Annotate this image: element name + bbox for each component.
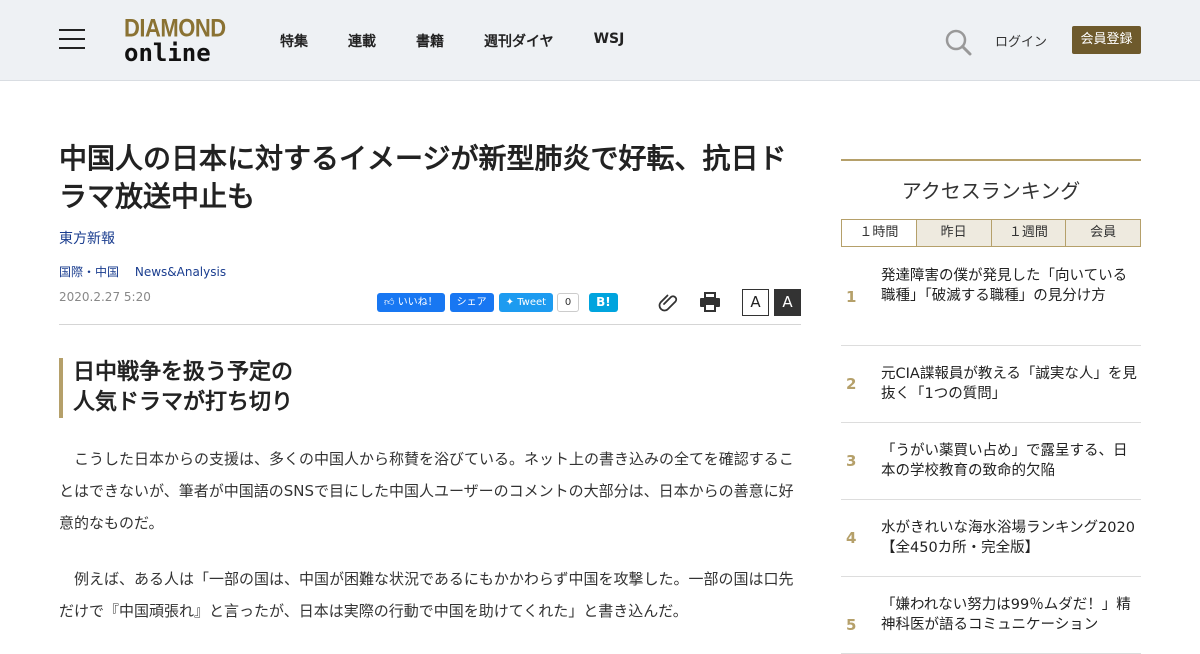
category-link[interactable]: News&Analysis	[135, 265, 226, 279]
hatena-bookmark-button[interactable]: B!	[589, 293, 618, 312]
access-ranking: アクセスランキング １時間 昨日 １週間 会員 1 発達障害の僕が発見した「向い…	[841, 159, 1141, 654]
ranking-text: 元CIA諜報員が教える「誠実な人」を見抜く「1つの質問」	[881, 366, 1137, 402]
tab-yesterday[interactable]: 昨日	[915, 220, 991, 246]
ranking-item[interactable]: 1 発達障害の僕が発見した「向いている職種」「破滅する職種」の見分け方	[841, 247, 1141, 346]
article-date: 2020.2.27 5:20	[59, 290, 151, 304]
font-size-large-button[interactable]: A	[774, 289, 801, 316]
social-buttons: 👍︎ いいね！ シェア ✦ Tweet 0 B!	[377, 293, 618, 312]
facebook-share-button[interactable]: シェア	[449, 293, 494, 312]
nav-item-books[interactable]: 書籍	[416, 31, 444, 51]
register-button[interactable]: 会員登録	[1072, 26, 1141, 54]
menu-icon[interactable]	[59, 29, 85, 51]
print-icon[interactable]	[699, 291, 721, 313]
search-icon[interactable]	[944, 28, 972, 56]
nav-item-wsj[interactable]: WSJ	[594, 31, 625, 51]
tweet-count: 0	[557, 293, 580, 312]
ranking-title: アクセスランキング	[901, 179, 1081, 203]
logo-line1: DIAMOND	[124, 13, 226, 43]
site-logo[interactable]: DIAMOND online	[124, 13, 228, 67]
clip-icon[interactable]	[658, 291, 680, 313]
article-subheading: 日中戦争を扱う予定の 人気ドラマが打ち切り	[59, 358, 459, 418]
nav-item-weekly-diamond[interactable]: 週刊ダイヤ	[484, 31, 554, 51]
nav-item-series[interactable]: 連載	[348, 31, 376, 51]
article-paragraph: こうした日本からの支援は、多くの中国人から称賛を浴びている。ネット上の書き込みの…	[59, 450, 794, 532]
article-title: 中国人の日本に対するイメージが新型肺炎で好転、抗日ドラマ放送中止も	[59, 142, 787, 213]
ranking-number: 2	[846, 375, 857, 393]
ranking-text: 発達障害の僕が発見した「向いている職種」「破滅する職種」の見分け方	[881, 268, 1128, 304]
font-size-small-button[interactable]: A	[742, 289, 769, 316]
ranking-number: 3	[846, 452, 857, 470]
tweet-button[interactable]: ✦ Tweet	[498, 293, 554, 312]
article-divider	[59, 324, 801, 325]
ranking-number: 1	[846, 288, 857, 306]
subheading-line: 人気ドラマが打ち切り	[73, 390, 294, 415]
facebook-like-button[interactable]: 👍︎ いいね！	[377, 293, 445, 312]
tweet-label: Tweet	[517, 297, 547, 308]
nav-item-feature[interactable]: 特集	[280, 31, 308, 51]
thumbs-up-icon: 👍︎	[384, 297, 395, 308]
site-header: DIAMOND online 特集 連載 書籍 週刊ダイヤ WSJ ログイン 会…	[0, 0, 1200, 81]
article-paragraph: 例えば、ある人は「一部の国は、中国が困難な状況であるにもかかわらず中国を攻撃した…	[59, 570, 794, 620]
ranking-number: 5	[846, 616, 857, 634]
ranking-item[interactable]: 4 水がきれいな海水浴場ランキング2020【全450カ所・完全版】	[841, 500, 1141, 577]
subheading-line: 日中戦争を扱う予定の	[73, 360, 294, 385]
ranking-item[interactable]: 3 「うがい薬買い占め」で露呈する、日本の学校教育の致命的欠陥	[841, 423, 1141, 500]
login-link[interactable]: ログイン	[995, 31, 1047, 50]
twitter-bird-icon: ✦	[505, 297, 515, 308]
like-label: いいね！	[397, 297, 438, 308]
ranking-number: 4	[846, 529, 857, 547]
article-source[interactable]: 東方新報	[59, 228, 115, 248]
ranking-text: 「うがい薬買い占め」で露呈する、日本の学校教育の致命的欠陥	[881, 443, 1128, 479]
ranking-tabs: １時間 昨日 １週間 会員	[841, 219, 1141, 247]
tab-members[interactable]: 会員	[1065, 220, 1140, 246]
category-link[interactable]: 国際・中国	[59, 265, 119, 279]
logo-line2: online	[124, 39, 211, 67]
main-nav: 特集 連載 書籍 週刊ダイヤ WSJ	[280, 31, 664, 51]
ranking-text: 「嫌われない努力は99％ムダだ！」精神科医が語るコミュニケーション	[881, 597, 1131, 633]
article-categories: 国際・中国 News&Analysis	[59, 263, 238, 280]
ranking-top-rule	[841, 159, 1141, 161]
ranking-item[interactable]: 2 元CIA諜報員が教える「誠実な人」を見抜く「1つの質問」	[841, 346, 1141, 423]
ranking-list: 1 発達障害の僕が発見した「向いている職種」「破滅する職種」の見分け方 2 元C…	[841, 247, 1141, 654]
ranking-text: 水がきれいな海水浴場ランキング2020【全450カ所・完全版】	[881, 520, 1135, 556]
tab-1-hour[interactable]: １時間	[842, 220, 916, 246]
tab-1-week[interactable]: １週間	[990, 220, 1066, 246]
ranking-item[interactable]: 5 「嫌われない努力は99％ムダだ！」精神科医が語るコミュニケーション	[841, 577, 1141, 654]
